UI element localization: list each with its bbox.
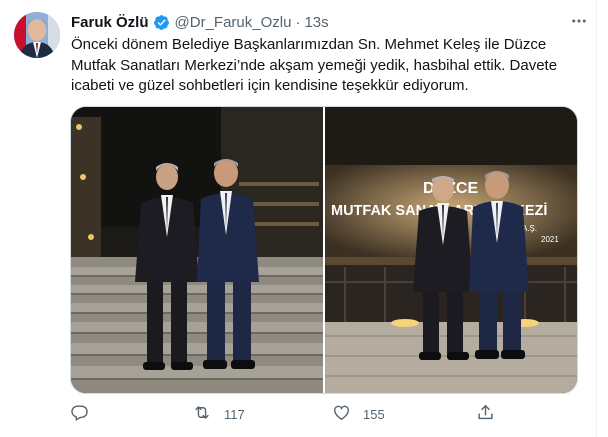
separator-dot: ·	[295, 13, 301, 31]
like-count: 155	[363, 406, 385, 422]
heart-icon	[332, 403, 351, 425]
photo-sign[interactable]: DÜZCE MUTFAK SANATLARI MERKEZİ BELTURA.Ş…	[325, 107, 577, 393]
tweet-actions: 117 155	[70, 402, 510, 426]
reply-icon	[70, 403, 89, 425]
author-name[interactable]: Faruk Özlü	[71, 14, 149, 31]
tweet-text-line: Önceki dönem Belediye Başkanlarımızdan S…	[71, 36, 547, 53]
tweet-header: Faruk Özlü @Dr_Faruk_Ozlu · 13s	[71, 12, 578, 32]
more-options-icon[interactable]	[568, 10, 590, 32]
like-button[interactable]: 155	[332, 402, 385, 426]
timeline-border	[596, 0, 597, 437]
tweet-timestamp[interactable]: 13s	[304, 14, 328, 31]
tweet-text-line: icabeti ve güzel sohbetleri için kendisi…	[71, 77, 469, 94]
retweet-button[interactable]: 117	[192, 402, 245, 426]
tweet-text-line: Mutfak Sanatları Merkezi’nde akşam yemeğ…	[71, 56, 558, 74]
avatar[interactable]	[14, 12, 60, 58]
verified-badge-icon	[153, 14, 170, 31]
retweet-icon	[192, 403, 212, 425]
share-button[interactable]	[476, 402, 495, 426]
tweet-media: DÜZCE MUTFAK SANATLARI MERKEZİ BELTURA.Ş…	[70, 106, 578, 394]
sign-year: 2021	[541, 235, 559, 244]
reply-button[interactable]	[70, 402, 101, 426]
author-handle[interactable]: @Dr_Faruk_Ozlu	[175, 14, 292, 31]
share-icon	[476, 403, 495, 425]
photo-stairs[interactable]	[71, 107, 323, 393]
profile-photo	[14, 12, 60, 58]
retweet-count: 117	[224, 406, 245, 422]
tweet-text: Önceki dönem Belediye Başkanlarımızdan S…	[71, 35, 571, 97]
